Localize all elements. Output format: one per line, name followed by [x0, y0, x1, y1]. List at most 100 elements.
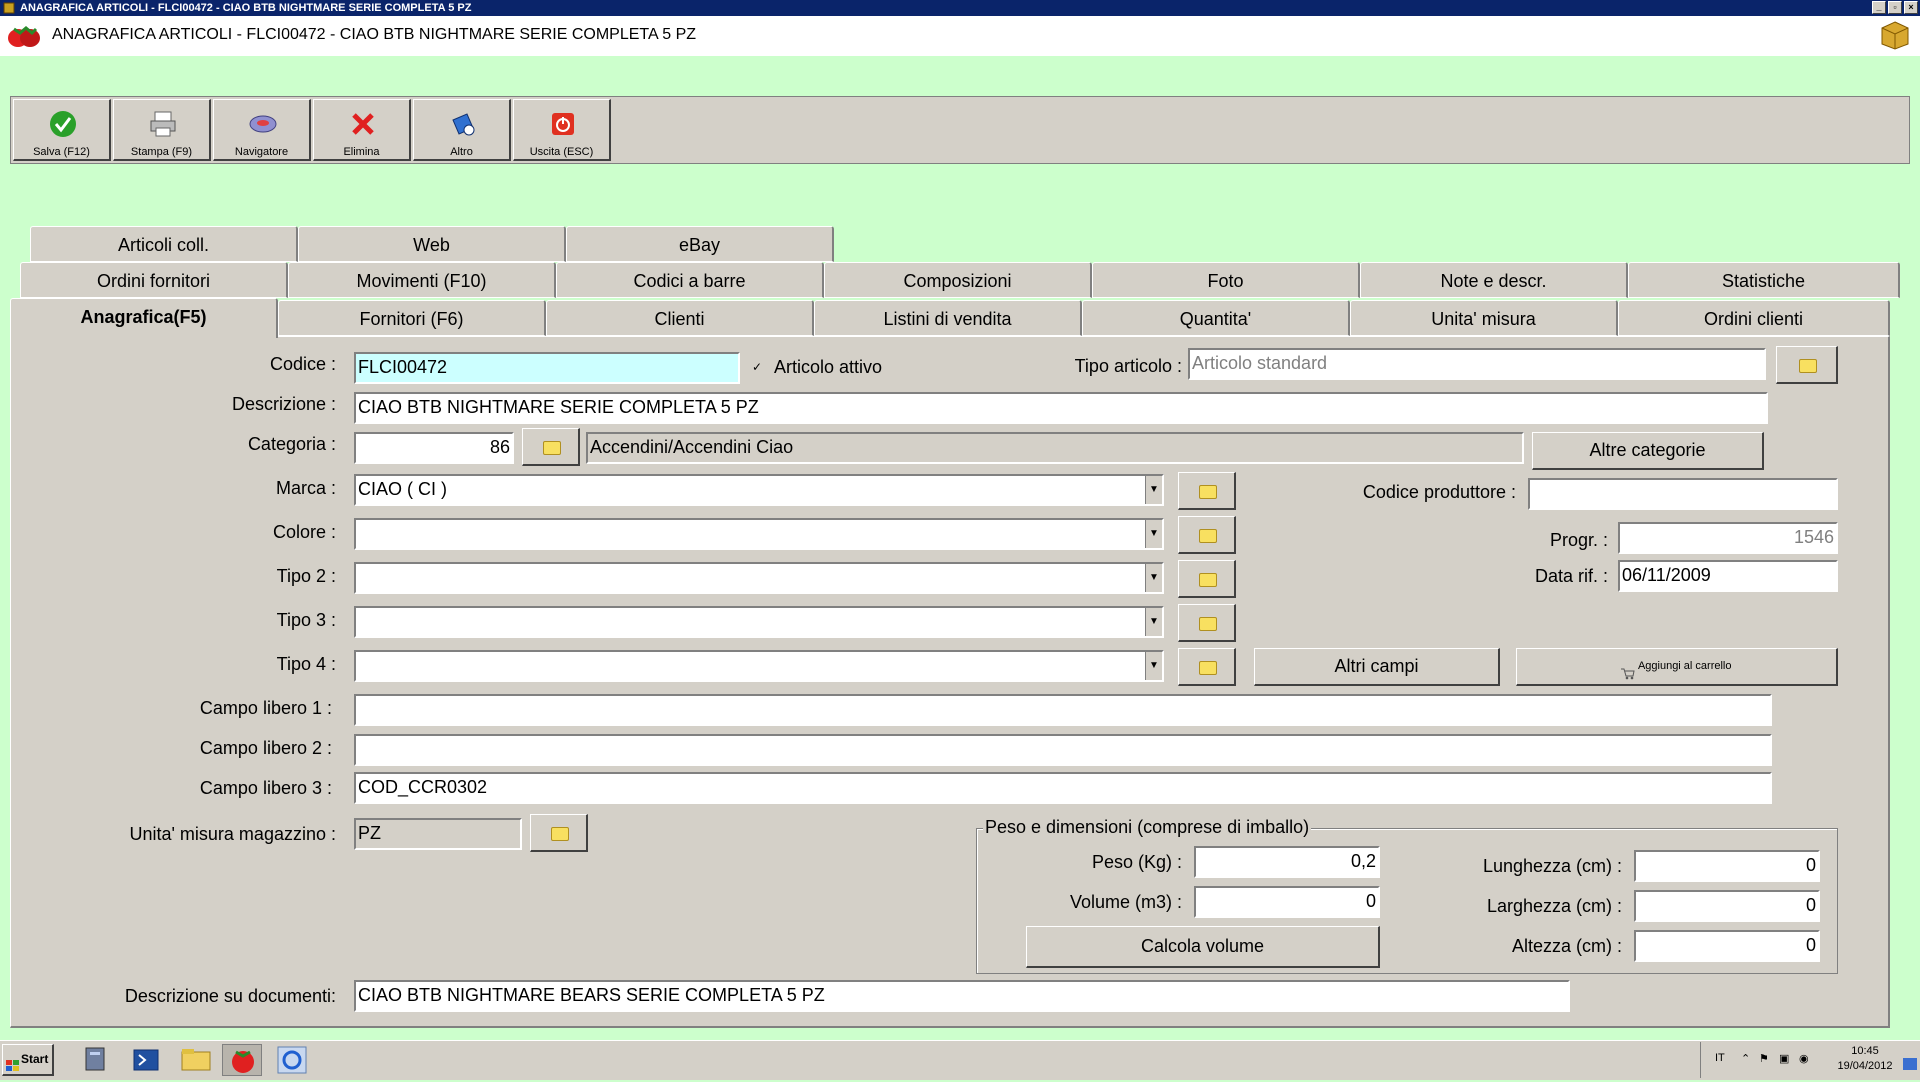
- toolbar: Salva (F12) Stampa (F9) Navigatore Elimi…: [10, 96, 1910, 164]
- codice-input[interactable]: FLCI00472: [354, 352, 740, 384]
- clock-time[interactable]: 10:45: [1835, 1045, 1895, 1057]
- tab-clienti[interactable]: Clienti: [546, 300, 814, 336]
- tipo2-lookup-button[interactable]: [1178, 560, 1236, 598]
- restore-button[interactable]: ▫: [1888, 1, 1902, 14]
- strawberry-app-taskbar-icon[interactable]: [222, 1044, 262, 1076]
- chevron-down-icon[interactable]: ▼: [1145, 608, 1162, 636]
- peso-input[interactable]: 0,2: [1194, 846, 1380, 878]
- save-button[interactable]: Salva (F12): [13, 99, 111, 161]
- colore-lookup-button[interactable]: [1178, 516, 1236, 554]
- minimize-button[interactable]: _: [1872, 1, 1886, 14]
- tab-quantita[interactable]: Quantita': [1082, 300, 1350, 336]
- campo-libero3-input[interactable]: COD_CCR0302: [354, 772, 1772, 804]
- internet-explorer-icon[interactable]: [272, 1044, 312, 1076]
- print-label: Stampa (F9): [130, 146, 193, 158]
- tab-note-e-descr[interactable]: Note e descr.: [1360, 262, 1628, 298]
- aggiungi-al-carrello-button[interactable]: Aggiungi al carrello: [1516, 648, 1838, 686]
- tab-web[interactable]: Web: [298, 226, 566, 262]
- tab-listini-di-vendita[interactable]: Listini di vendita: [814, 300, 1082, 336]
- tab-anagrafica[interactable]: Anagrafica(F5): [10, 298, 278, 338]
- categoria-lookup-button[interactable]: [522, 428, 580, 466]
- tab-unita-misura[interactable]: Unita' misura: [1350, 300, 1618, 336]
- campo-libero2-input[interactable]: [354, 734, 1772, 766]
- unita-misura-field: PZ: [354, 818, 522, 850]
- exit-button[interactable]: Uscita (ESC): [513, 99, 611, 161]
- volume-input[interactable]: 0: [1194, 886, 1380, 918]
- lunghezza-input[interactable]: 0: [1634, 850, 1820, 882]
- tipo3-label: Tipo 3 :: [276, 610, 336, 630]
- strawberry-logo-icon: [6, 24, 42, 55]
- navigator-button[interactable]: Navigatore: [213, 99, 311, 161]
- tab-ordini-clienti[interactable]: Ordini clienti: [1618, 300, 1890, 336]
- clock-date[interactable]: 19/04/2012: [1835, 1060, 1895, 1072]
- data-rif-input[interactable]: 06/11/2009: [1618, 560, 1838, 592]
- tab-ordini-fornitori[interactable]: Ordini fornitori: [20, 262, 288, 298]
- altezza-label: Altezza (cm) :: [1511, 936, 1622, 956]
- altri-campi-button[interactable]: Altri campi: [1254, 648, 1500, 686]
- larghezza-input[interactable]: 0: [1634, 890, 1820, 922]
- tipo-articolo-lookup-button[interactable]: [1776, 346, 1838, 384]
- tab-articoli-coll[interactable]: Articoli coll.: [30, 226, 298, 262]
- tipo3-lookup-button[interactable]: [1178, 604, 1236, 642]
- tab-codici-a-barre[interactable]: Codici a barre: [556, 262, 824, 298]
- flag-icon[interactable]: ⚑: [1759, 1052, 1769, 1065]
- codice-produttore-label: Codice produttore :: [1362, 482, 1516, 502]
- larghezza-label: Larghezza (cm) :: [1486, 896, 1622, 916]
- unita-misura-lookup-button[interactable]: [530, 814, 588, 852]
- folder-explorer-icon[interactable]: [176, 1044, 216, 1076]
- network-icon[interactable]: ▣: [1779, 1052, 1789, 1065]
- tab-statistiche[interactable]: Statistiche: [1628, 262, 1900, 298]
- codice-produttore-input[interactable]: [1528, 478, 1838, 510]
- show-desktop-icon[interactable]: [1903, 1058, 1917, 1070]
- start-button[interactable]: Start: [2, 1044, 54, 1076]
- tipo4-select[interactable]: ▼: [354, 650, 1164, 682]
- chevron-down-icon[interactable]: ▼: [1145, 652, 1162, 680]
- tipo4-lookup-button[interactable]: [1178, 648, 1236, 686]
- colore-select[interactable]: ▼: [354, 518, 1164, 550]
- other-label: Altro: [450, 146, 473, 158]
- chevron-down-icon[interactable]: ▼: [1145, 520, 1162, 548]
- tab-ebay[interactable]: eBay: [566, 226, 834, 262]
- app-icon: [3, 2, 15, 14]
- categoria-label: Categoria :: [247, 434, 336, 454]
- tab-foto[interactable]: Foto: [1092, 262, 1360, 298]
- printer-icon: [149, 110, 177, 138]
- tipo4-label: Tipo 4 :: [276, 654, 336, 674]
- marca-select[interactable]: CIAO ( CI ) ▼: [354, 474, 1164, 506]
- tipo3-select[interactable]: ▼: [354, 606, 1164, 638]
- altezza-input[interactable]: 0: [1634, 930, 1820, 962]
- folder-icon: [1198, 616, 1217, 631]
- chevron-down-icon[interactable]: ▼: [1145, 476, 1162, 504]
- categoria-code-input[interactable]: 86: [354, 432, 514, 464]
- articolo-attivo-label: Articolo attivo: [774, 357, 883, 377]
- descrizione-label: Descrizione :: [231, 394, 336, 414]
- campo-libero1-input[interactable]: [354, 694, 1772, 726]
- other-button[interactable]: Altro: [413, 99, 511, 161]
- altre-categorie-button[interactable]: Altre categorie: [1532, 432, 1764, 470]
- categoria-name-field: Accendini/Accendini Ciao: [586, 432, 1524, 464]
- navigator-label: Navigatore: [234, 146, 289, 158]
- articolo-attivo-checkbox[interactable]: ✓: [752, 360, 766, 374]
- tab-movimenti[interactable]: Movimenti (F10): [288, 262, 556, 298]
- server-manager-icon[interactable]: [76, 1044, 116, 1076]
- package-icon[interactable]: [1880, 20, 1910, 55]
- descrizione-input[interactable]: CIAO BTB NIGHTMARE SERIE COMPLETA 5 PZ: [354, 392, 1768, 424]
- powershell-icon[interactable]: [126, 1044, 166, 1076]
- print-button[interactable]: Stampa (F9): [113, 99, 211, 161]
- descrizione-documenti-label: Descrizione su documenti:: [124, 986, 336, 1006]
- delete-button[interactable]: Elimina: [313, 99, 411, 161]
- window-title: ANAGRAFICA ARTICOLI - FLCI00472 - CIAO B…: [20, 2, 472, 14]
- close-button[interactable]: ×: [1904, 1, 1918, 14]
- marca-value: CIAO ( CI ): [358, 479, 447, 499]
- tipo2-select[interactable]: ▼: [354, 562, 1164, 594]
- descrizione-documenti-input[interactable]: CIAO BTB NIGHTMARE BEARS SERIE COMPLETA …: [354, 980, 1570, 1012]
- chevron-down-icon[interactable]: ▼: [1145, 564, 1162, 592]
- language-indicator[interactable]: IT: [1715, 1052, 1725, 1064]
- calcola-volume-button[interactable]: Calcola volume: [1026, 926, 1380, 968]
- tab-fornitori[interactable]: Fornitori (F6): [278, 300, 546, 336]
- folder-icon: [1798, 358, 1817, 373]
- marca-lookup-button[interactable]: [1178, 472, 1236, 510]
- chevron-up-icon[interactable]: ⌃: [1741, 1052, 1750, 1065]
- volume-icon[interactable]: ◉: [1799, 1052, 1809, 1065]
- tab-composizioni[interactable]: Composizioni: [824, 262, 1092, 298]
